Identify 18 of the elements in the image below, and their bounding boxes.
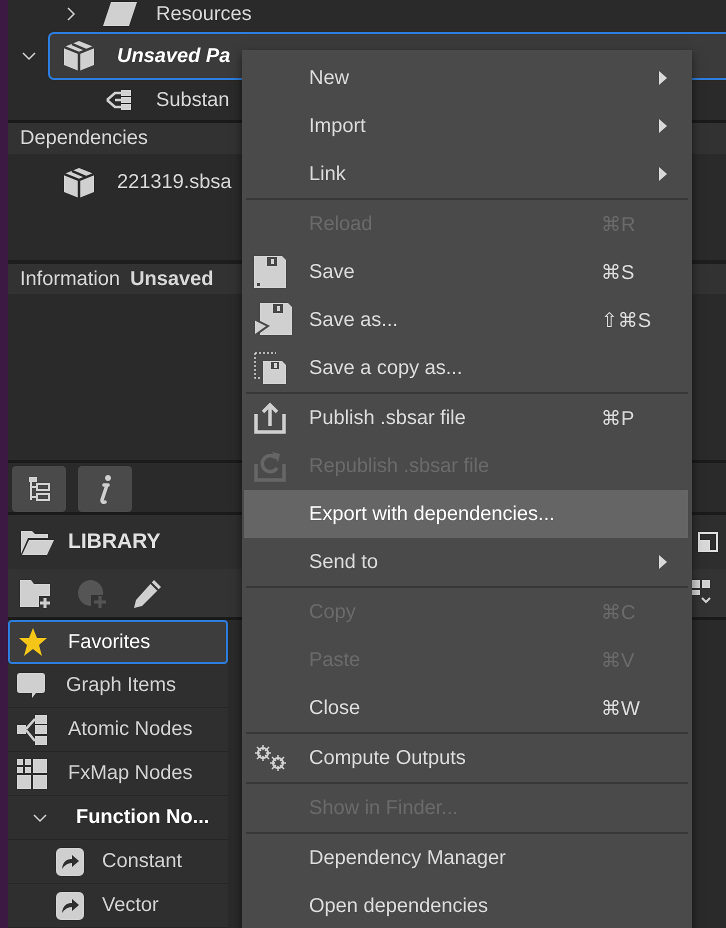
library-label: Function No...: [76, 806, 210, 829]
tree-label: Unsaved Pa: [117, 44, 230, 68]
shortcut-label: ⌘W: [601, 696, 640, 720]
package-name: Unsaved: [130, 268, 214, 291]
library-label: Atomic Nodes: [68, 718, 192, 741]
library-label: Vector: [102, 894, 159, 917]
library-title: LIBRARY: [68, 530, 161, 554]
panel-title: Dependencies: [20, 126, 148, 150]
library-label: Graph Items: [66, 674, 176, 697]
library-label: Constant: [102, 850, 182, 873]
library-label: FxMap Nodes: [68, 762, 192, 785]
tree-label: Resources: [156, 2, 252, 26]
library-label: Favorites: [68, 630, 150, 654]
tree-label: Substan: [156, 88, 230, 112]
shortcut-label: ⇧⌘S: [601, 308, 652, 332]
shortcut-label: ⌘P: [601, 406, 634, 430]
shortcut-label: ⌘S: [601, 260, 634, 284]
panel-title: Information: [20, 268, 120, 291]
